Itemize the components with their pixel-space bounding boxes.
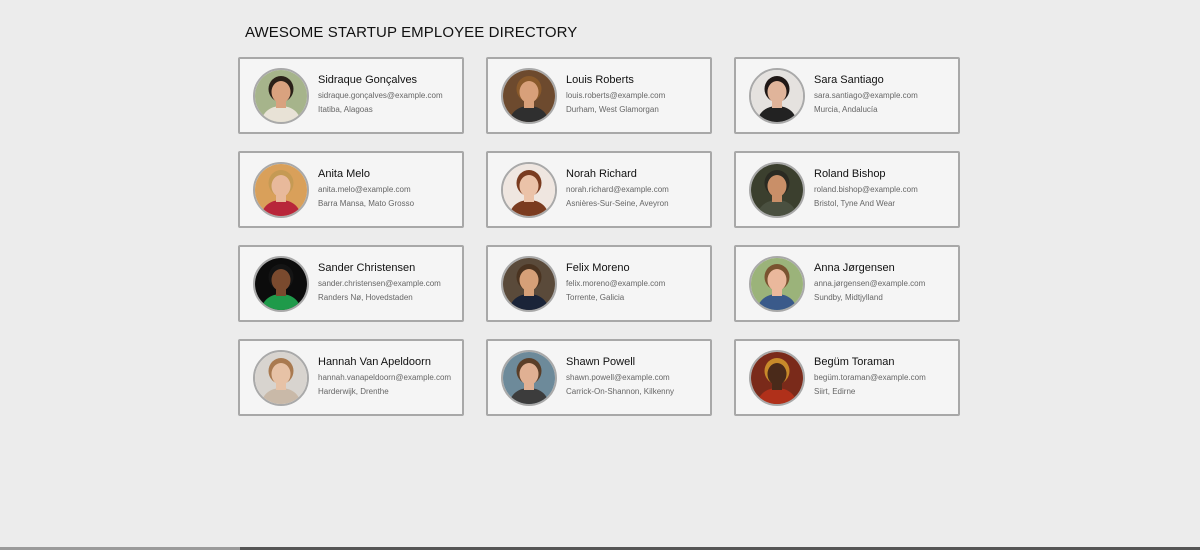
employee-email: hannah.vanapeldoorn@example.com xyxy=(318,373,452,382)
employee-card[interactable]: Roland Bishop roland.bishop@example.com … xyxy=(734,151,960,228)
page-title: AWESOME STARTUP EMPLOYEE DIRECTORY xyxy=(245,24,578,41)
employee-email: sara.santiago@example.com xyxy=(814,91,918,100)
employee-card[interactable]: Hannah Van Apeldoorn hannah.vanapeldoorn… xyxy=(238,339,464,416)
employee-card[interactable]: Louis Roberts louis.roberts@example.com … xyxy=(486,57,712,134)
employee-name: Hannah Van Apeldoorn xyxy=(318,356,431,368)
employee-info: Sander Christensen sander.christensen@ex… xyxy=(318,262,441,305)
employee-info: Anna Jørgensen anna.jørgensen@example.co… xyxy=(814,262,925,305)
employee-location: Asnières-Sur-Seine, Aveyron xyxy=(566,199,669,208)
employee-avatar xyxy=(253,161,309,218)
employee-location: Sundby, Midtjylland xyxy=(814,293,883,302)
employee-location: Torrente, Galicia xyxy=(566,293,625,302)
employee-card[interactable]: Shawn Powell shawn.powell@example.com Ca… xyxy=(486,339,712,416)
employee-location: Bristol, Tyne And Wear xyxy=(814,199,896,208)
employee-email: anita.melo@example.com xyxy=(318,185,411,194)
employee-avatar xyxy=(749,161,805,218)
employee-info: Roland Bishop roland.bishop@example.com … xyxy=(814,168,918,211)
employee-name: Shawn Powell xyxy=(566,356,636,368)
employee-location: Murcia, Andalucía xyxy=(814,105,878,114)
employee-name: Sidraque Gonçalves xyxy=(318,74,418,86)
employee-card[interactable]: Anna Jørgensen anna.jørgensen@example.co… xyxy=(734,245,960,322)
employee-email: louis.roberts@example.com xyxy=(566,91,666,100)
employee-info: Sara Santiago sara.santiago@example.com … xyxy=(814,74,918,117)
employee-info: Sidraque Gonçalves sidraque.gonçalves@ex… xyxy=(318,74,443,117)
employee-email: sander.christensen@example.com xyxy=(318,279,441,288)
employee-avatar xyxy=(253,67,309,124)
employee-name: Felix Moreno xyxy=(566,262,630,274)
employee-card[interactable]: Begüm Toraman begüm.toraman@example.com … xyxy=(734,339,960,416)
employee-avatar xyxy=(749,67,805,124)
employee-name: Norah Richard xyxy=(566,168,637,180)
employee-location: Barra Mansa, Mato Grosso xyxy=(318,199,415,208)
directory-page: AWESOME STARTUP EMPLOYEE DIRECTORY Sidra… xyxy=(0,0,1200,550)
employee-email: norah.richard@example.com xyxy=(566,185,669,194)
employee-avatar xyxy=(501,67,557,124)
employee-location: Itatiba, Alagoas xyxy=(318,105,373,114)
employee-avatar xyxy=(501,161,557,218)
employee-name: Sander Christensen xyxy=(318,262,416,274)
employee-location: Siirt, Edirne xyxy=(814,387,856,396)
employee-email: anna.jørgensen@example.com xyxy=(814,279,926,288)
employee-location: Durham, West Glamorgan xyxy=(566,105,659,114)
employee-card[interactable]: Sander Christensen sander.christensen@ex… xyxy=(238,245,464,322)
employee-email: shawn.powell@example.com xyxy=(566,373,670,382)
employee-name: Anna Jørgensen xyxy=(814,262,895,274)
employee-avatar xyxy=(501,255,557,312)
employee-email: felix.moreno@example.com xyxy=(566,279,666,288)
employee-avatar xyxy=(749,255,805,312)
employee-email: sidraque.gonçalves@example.com xyxy=(318,91,443,100)
employee-avatar xyxy=(253,255,309,312)
employee-info: Shawn Powell shawn.powell@example.com Ca… xyxy=(566,356,674,399)
employee-email: begüm.toraman@example.com xyxy=(814,373,926,382)
employee-card[interactable]: Sidraque Gonçalves sidraque.gonçalves@ex… xyxy=(238,57,464,134)
employee-info: Begüm Toraman begüm.toraman@example.com … xyxy=(814,356,926,399)
employee-gallery: Sidraque Gonçalves sidraque.gonçalves@ex… xyxy=(238,57,960,416)
employee-info: Louis Roberts louis.roberts@example.com … xyxy=(566,74,665,117)
employee-info: Felix Moreno felix.moreno@example.com To… xyxy=(566,262,665,305)
employee-location: Harderwijk, Drenthe xyxy=(318,387,389,396)
employee-name: Louis Roberts xyxy=(566,74,634,86)
employee-name: Sara Santiago xyxy=(814,74,884,86)
employee-location: Randers Nø, Hovedstaden xyxy=(318,293,413,302)
employee-name: Anita Melo xyxy=(318,168,370,180)
employee-location: Carrick-On-Shannon, Kilkenny xyxy=(566,387,675,396)
employee-card[interactable]: Sara Santiago sara.santiago@example.com … xyxy=(734,57,960,134)
employee-info: Norah Richard norah.richard@example.com … xyxy=(566,168,669,211)
employee-email: roland.bishop@example.com xyxy=(814,185,918,194)
employee-avatar xyxy=(501,349,557,406)
employee-card[interactable]: Anita Melo anita.melo@example.com Barra … xyxy=(238,151,464,228)
employee-name: Roland Bishop xyxy=(814,168,886,180)
employee-info: Hannah Van Apeldoorn hannah.vanapeldoorn… xyxy=(318,356,451,399)
employee-card[interactable]: Norah Richard norah.richard@example.com … xyxy=(486,151,712,228)
employee-avatar xyxy=(749,349,805,406)
employee-info: Anita Melo anita.melo@example.com Barra … xyxy=(318,168,414,211)
employee-avatar xyxy=(253,349,309,406)
employee-name: Begüm Toraman xyxy=(814,356,895,368)
employee-card[interactable]: Felix Moreno felix.moreno@example.com To… xyxy=(486,245,712,322)
